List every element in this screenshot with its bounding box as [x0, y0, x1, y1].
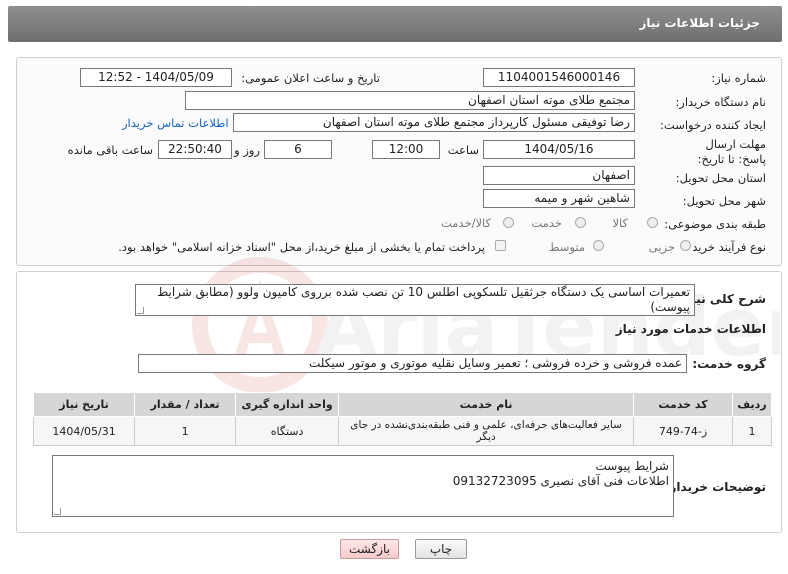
cell-unit: دستگاه — [235, 416, 340, 446]
col-unit: واحد اندازه گیری — [235, 392, 340, 417]
need-number-label: شماره نیاز: — [711, 71, 766, 85]
cell-quantity: 1 — [134, 416, 237, 446]
buyer-notes-line-1: شرایط پیوست — [595, 459, 669, 473]
category-radio-goods-service[interactable] — [503, 217, 514, 228]
cell-service-code: ز-74-749 — [633, 416, 734, 446]
col-row-no: ردیف — [732, 392, 772, 417]
category-radio-goods[interactable] — [647, 217, 658, 228]
requester-label: ایجاد کننده درخواست: — [660, 118, 766, 132]
days-field: 6 — [264, 140, 332, 159]
deadline-label: مهلت ارسال پاسخ: تا تاریخ: — [697, 137, 766, 166]
cell-service-name: سایر فعالیت‌های حرفه‌ای، علمی و فنی طبقه… — [338, 416, 635, 446]
buyer-notes-label: توضیحات خریدار: — [664, 480, 766, 494]
category-option-goods: کالا — [612, 216, 628, 230]
summary-text-box: تعمیرات اساسی یک دستگاه جرثقیل تلسکوپی ا… — [135, 284, 695, 316]
buyer-notes-line-2: اطلاعات فنی آقای نصیری 09132723095 — [452, 474, 669, 488]
print-button[interactable]: چاپ — [415, 539, 467, 559]
announce-datetime-field: 1404/05/09 - 12:52 — [80, 68, 232, 87]
cell-row-no: 1 — [732, 416, 772, 446]
need-info-panel — [16, 57, 782, 266]
col-quantity: تعداد / مقدار — [134, 392, 237, 417]
back-button[interactable]: بازگشت — [340, 539, 399, 559]
category-radio-service[interactable] — [575, 217, 586, 228]
resize-handle[interactable] — [54, 508, 61, 515]
buyer-notes-box: شرایط پیوست اطلاعات فنی آقای نصیری 09132… — [52, 455, 674, 517]
col-service-code: کد خدمت — [633, 392, 734, 417]
remaining-time-label: ساعت باقی مانده — [67, 143, 153, 157]
days-label: روز و — [234, 143, 260, 157]
deadline-time-label: ساعت — [447, 143, 479, 157]
service-group-label: گروه خدمت: — [692, 357, 766, 371]
city-label: شهر محل تحویل: — [682, 194, 766, 208]
need-number-field: 1104001546000146 — [483, 68, 635, 87]
city-field: شاهین شهر و میمه — [483, 189, 635, 208]
deadline-date-field: 1404/05/16 — [483, 140, 635, 159]
table-row: 1 ز-74-749 سایر فعالیت‌های حرفه‌ای، علمی… — [32, 416, 772, 446]
services-section-title: اطلاعات خدمات مورد نیاز — [615, 322, 766, 336]
province-field: اصفهان — [483, 166, 635, 185]
table-header-row: ردیف کد خدمت نام خدمت واحد اندازه گیری ت… — [32, 392, 772, 417]
category-option-service: خدمت — [531, 216, 562, 230]
col-need-date: تاریخ نیاز — [32, 392, 136, 417]
page-header: جزئیات اطلاعات نیاز — [8, 6, 782, 42]
page-title: جزئیات اطلاعات نیاز — [639, 16, 760, 30]
announce-datetime-label: تاریخ و ساعت اعلان عمومی: — [241, 71, 380, 85]
remaining-time-field: 22:50:40 — [158, 140, 232, 159]
service-group-field: عمده فروشی و خرده فروشی ؛ تعمیر وسایل نق… — [138, 354, 687, 373]
col-service-name: نام خدمت — [338, 392, 635, 417]
cell-need-date: 1404/05/31 — [32, 416, 136, 446]
resize-handle[interactable] — [137, 307, 144, 314]
buyer-contact-link[interactable]: اطلاعات تماس خریدار — [122, 116, 229, 130]
category-option-goods-service: کالا/خدمت — [440, 216, 491, 230]
category-label: طبقه بندی موضوعی: — [664, 217, 766, 231]
requester-field: رضا توفیقی مسئول کارپرداز مجتمع طلای موت… — [233, 113, 635, 132]
services-table: ردیف کد خدمت نام خدمت واحد اندازه گیری ت… — [32, 392, 772, 446]
deadline-time-field: 12:00 — [372, 140, 440, 159]
buyer-org-label: نام دستگاه خریدار: — [675, 95, 766, 109]
province-label: استان محل تحویل: — [675, 171, 766, 185]
buyer-org-field: مجتمع طلای موته استان اصفهان — [185, 91, 635, 110]
summary-text: تعمیرات اساسی یک دستگاه جرثقیل تلسکوپی ا… — [157, 285, 690, 314]
